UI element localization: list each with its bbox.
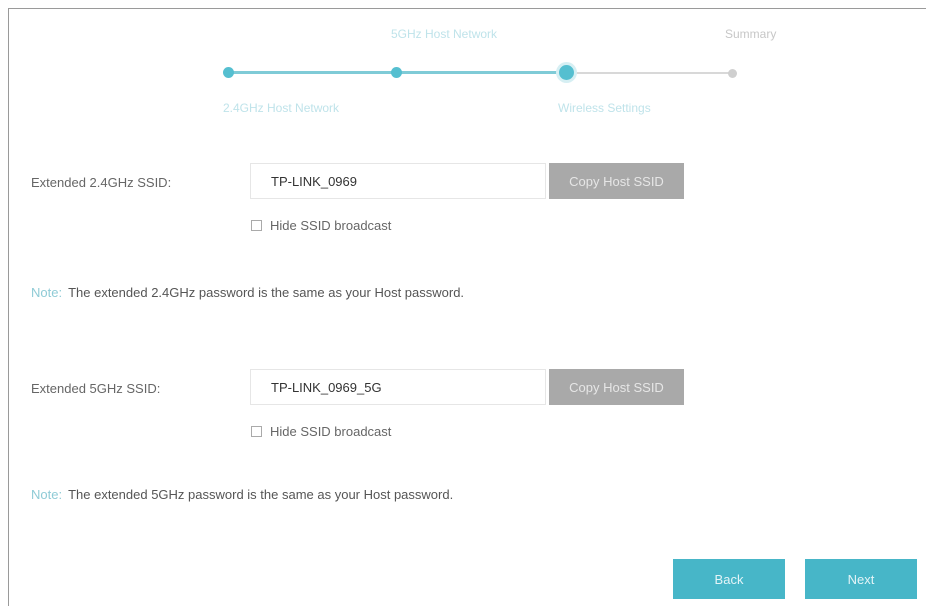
step-label-summary: Summary [725, 27, 777, 41]
note-2-4ghz-prefix: Note: [31, 285, 63, 300]
hide-ssid-5ghz-label: Hide SSID broadcast [270, 424, 392, 439]
hide-ssid-5ghz-row[interactable]: Hide SSID broadcast [251, 424, 391, 439]
back-button[interactable]: Back [673, 559, 785, 599]
hide-ssid-2-4ghz-checkbox[interactable] [251, 220, 262, 231]
page-frame [8, 8, 926, 606]
step-dot-5ghz [391, 67, 402, 78]
ssid-5ghz-input[interactable] [250, 369, 546, 405]
copy-host-ssid-2-4ghz-button[interactable]: Copy Host SSID [549, 163, 684, 199]
step-dot-wireless-settings [559, 65, 574, 80]
ssid-2-4ghz-input[interactable] [250, 163, 546, 199]
note-5ghz-text: The extended 5GHz password is the same a… [68, 487, 454, 502]
copy-host-ssid-5ghz-button[interactable]: Copy Host SSID [549, 369, 684, 405]
step-dot-2-4ghz [223, 67, 234, 78]
note-5ghz: Note: The extended 5GHz password is the s… [31, 487, 453, 502]
step-label-5ghz-host-network: 5GHz Host Network [391, 27, 498, 41]
step-dot-summary [728, 69, 737, 78]
next-button[interactable]: Next [805, 559, 917, 599]
note-5ghz-prefix: Note: [31, 487, 63, 502]
hide-ssid-2-4ghz-label: Hide SSID broadcast [270, 218, 392, 233]
ssid-2-4ghz-label: Extended 2.4GHz SSID: [31, 175, 172, 190]
step-label-2-4ghz-host-network: 2.4GHz Host Network [223, 101, 340, 115]
step-label-wireless-settings: Wireless Settings [558, 101, 651, 115]
hide-ssid-5ghz-checkbox[interactable] [251, 426, 262, 437]
hide-ssid-2-4ghz-row[interactable]: Hide SSID broadcast [251, 218, 391, 233]
progress-track-remaining [566, 72, 732, 74]
note-2-4ghz-text: The extended 2.4GHz password is the same… [68, 285, 465, 300]
ssid-5ghz-label: Extended 5GHz SSID: [31, 381, 161, 396]
note-2-4ghz: Note: The extended 2.4GHz password is the… [31, 285, 464, 300]
